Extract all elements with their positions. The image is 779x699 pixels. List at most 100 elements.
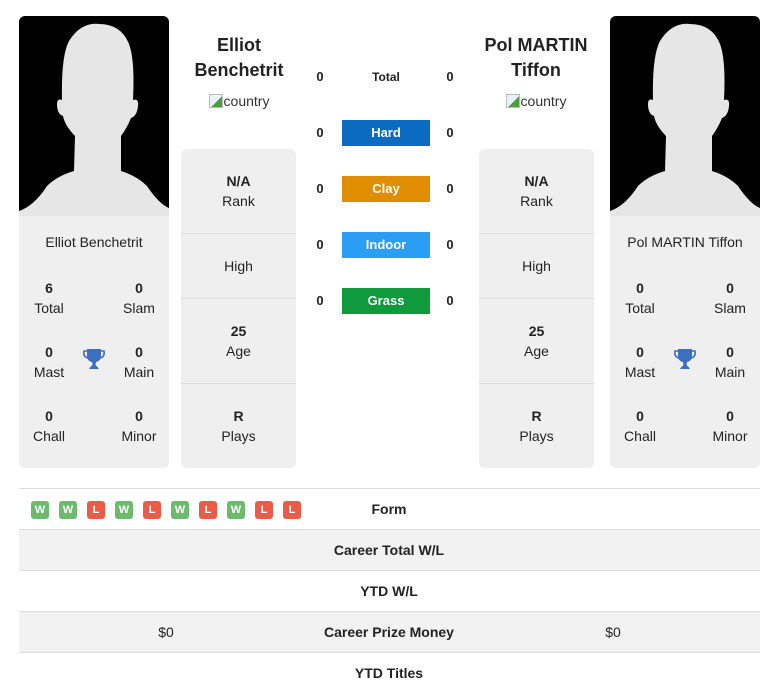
info-label: Age xyxy=(524,343,549,359)
stat-label: Slam xyxy=(123,300,155,316)
surface-badge-grass: Grass xyxy=(342,288,430,314)
player2-name-line2: Tiffon xyxy=(511,60,561,80)
p2-total-wins: 0 xyxy=(446,69,454,84)
stat-label: Main xyxy=(714,364,746,380)
player1-career-prize-money: $0 xyxy=(158,624,174,640)
stat-label: Slam xyxy=(714,300,746,316)
player2-name-line1: Pol MARTIN xyxy=(484,35,588,55)
form-badge-loss[interactable]: L xyxy=(143,501,161,519)
stat-label: Minor xyxy=(712,428,748,444)
p2-hard-wins: 0 xyxy=(446,125,454,140)
stat-label: Mast xyxy=(624,364,656,380)
stat-label: Main xyxy=(123,364,155,380)
info-value: N/A xyxy=(524,173,549,189)
player1-titles-mast: 0 Mast xyxy=(19,342,79,382)
surface-row-hard: 0 Hard 0 xyxy=(310,120,460,146)
stat-value: 6 xyxy=(45,280,53,296)
p2-indoor-wins: 0 xyxy=(446,237,454,252)
stat-label: Total xyxy=(34,300,64,316)
player1-titles-slam: 0 Slam xyxy=(109,278,169,318)
form-badge-loss[interactable]: L xyxy=(255,501,273,519)
stat-value: 0 xyxy=(135,280,143,296)
info-label: Rank xyxy=(520,193,553,209)
stat-value: 0 xyxy=(45,408,53,424)
form-badge-win[interactable]: W xyxy=(59,501,77,519)
info-label: Plays xyxy=(519,428,554,444)
player1-titles-minor: 0 Minor xyxy=(109,406,169,446)
row-label-ytd-wl: YTD W/L xyxy=(360,583,418,599)
player2-card: Pol MARTIN Tiffon 0 Total 0 Slam 0 Mast … xyxy=(610,16,760,468)
stat-value: 0 xyxy=(45,344,53,360)
player1-titles-total: 6 Total xyxy=(19,278,79,318)
player1-name-link[interactable]: Elliot Benchetrit xyxy=(169,33,309,83)
player2-titles-chall: 0 Chall xyxy=(610,406,670,446)
trophy-icon xyxy=(81,346,107,372)
form-badge-win[interactable]: W xyxy=(31,501,49,519)
player2-card-name: Pol MARTIN Tiffon xyxy=(627,234,743,250)
stat-label: Chall xyxy=(624,428,656,444)
stat-value: 0 xyxy=(135,344,143,360)
broken-image-icon xyxy=(505,94,520,108)
info-label: High xyxy=(522,258,551,274)
table-row-ytd-wl: YTD W/L xyxy=(19,570,760,611)
stat-value: 0 xyxy=(135,408,143,424)
surface-badge-clay: Clay xyxy=(342,176,430,202)
player1-age: 25 Age xyxy=(181,299,296,384)
surface-row-grass: 0 Grass 0 xyxy=(310,288,460,314)
stat-value: 0 xyxy=(726,344,734,360)
p1-clay-wins: 0 xyxy=(316,181,324,196)
p1-hard-wins: 0 xyxy=(316,125,324,140)
player1-plays: R Plays xyxy=(181,384,296,468)
stat-label: Minor xyxy=(121,428,157,444)
stat-label: Mast xyxy=(33,364,65,380)
player1-form-badges: WWLWLWLWLL xyxy=(31,501,301,519)
info-value: R xyxy=(233,408,244,424)
country-alt-text: country xyxy=(223,93,270,109)
player1-high: High xyxy=(181,234,296,299)
player2-titles-main: 0 Main xyxy=(700,342,760,382)
row-label-career-prize-money: Career Prize Money xyxy=(324,624,454,640)
stat-label: Total xyxy=(625,300,655,316)
player2-info-column: N/A Rank High 25 Age R Plays xyxy=(479,149,594,468)
surface-row-clay: 0 Clay 0 xyxy=(310,176,460,202)
stat-label: Chall xyxy=(33,428,65,444)
player2-age: 25 Age xyxy=(479,299,594,384)
player2-country-flag: country xyxy=(466,93,606,109)
player1-card-name: Elliot Benchetrit xyxy=(45,234,143,250)
info-label: Rank xyxy=(222,193,255,209)
form-badge-loss[interactable]: L xyxy=(199,501,217,519)
player1-info-column: N/A Rank High 25 Age R Plays xyxy=(181,149,296,468)
form-badge-win[interactable]: W xyxy=(227,501,245,519)
form-badge-loss[interactable]: L xyxy=(87,501,105,519)
table-row-ytd-titles: YTD Titles xyxy=(19,652,760,693)
trophy-icon xyxy=(672,346,698,372)
player2-rank: N/A Rank xyxy=(479,149,594,234)
player2-titles-mast: 0 Mast xyxy=(610,342,670,382)
player1-card: Elliot Benchetrit 6 Total 0 Slam 0 Mast … xyxy=(19,16,169,468)
form-badge-win[interactable]: W xyxy=(115,501,133,519)
stat-value: 0 xyxy=(636,280,644,296)
broken-image-icon xyxy=(208,94,223,108)
silhouette-icon xyxy=(610,23,760,216)
player1-name-line1: Elliot xyxy=(217,35,261,55)
player1-titles-main: 0 Main xyxy=(109,342,169,382)
player2-name-link[interactable]: Pol MARTIN Tiffon xyxy=(466,33,606,83)
surface-label-total: Total xyxy=(372,70,400,84)
silhouette-icon xyxy=(19,23,169,216)
player2-career-prize-money: $0 xyxy=(605,624,621,640)
form-badge-win[interactable]: W xyxy=(171,501,189,519)
player2-high: High xyxy=(479,234,594,299)
p1-indoor-wins: 0 xyxy=(316,237,324,252)
row-label-form: Form xyxy=(371,501,407,517)
info-value: R xyxy=(531,408,542,424)
stat-value: 0 xyxy=(636,408,644,424)
player1-titles-chall: 0 Chall xyxy=(19,406,79,446)
table-row-form: WWLWLWLWLL Form xyxy=(19,488,760,529)
surface-row-indoor: 0 Indoor 0 xyxy=(310,232,460,258)
player2-plays: R Plays xyxy=(479,384,594,468)
row-label-career-total-wl: Career Total W/L xyxy=(333,542,445,558)
info-value: 25 xyxy=(528,323,545,339)
stat-value: 0 xyxy=(726,280,734,296)
table-row-career-total-wl: Career Total W/L xyxy=(19,529,760,570)
player1-name-line2: Benchetrit xyxy=(194,60,284,80)
